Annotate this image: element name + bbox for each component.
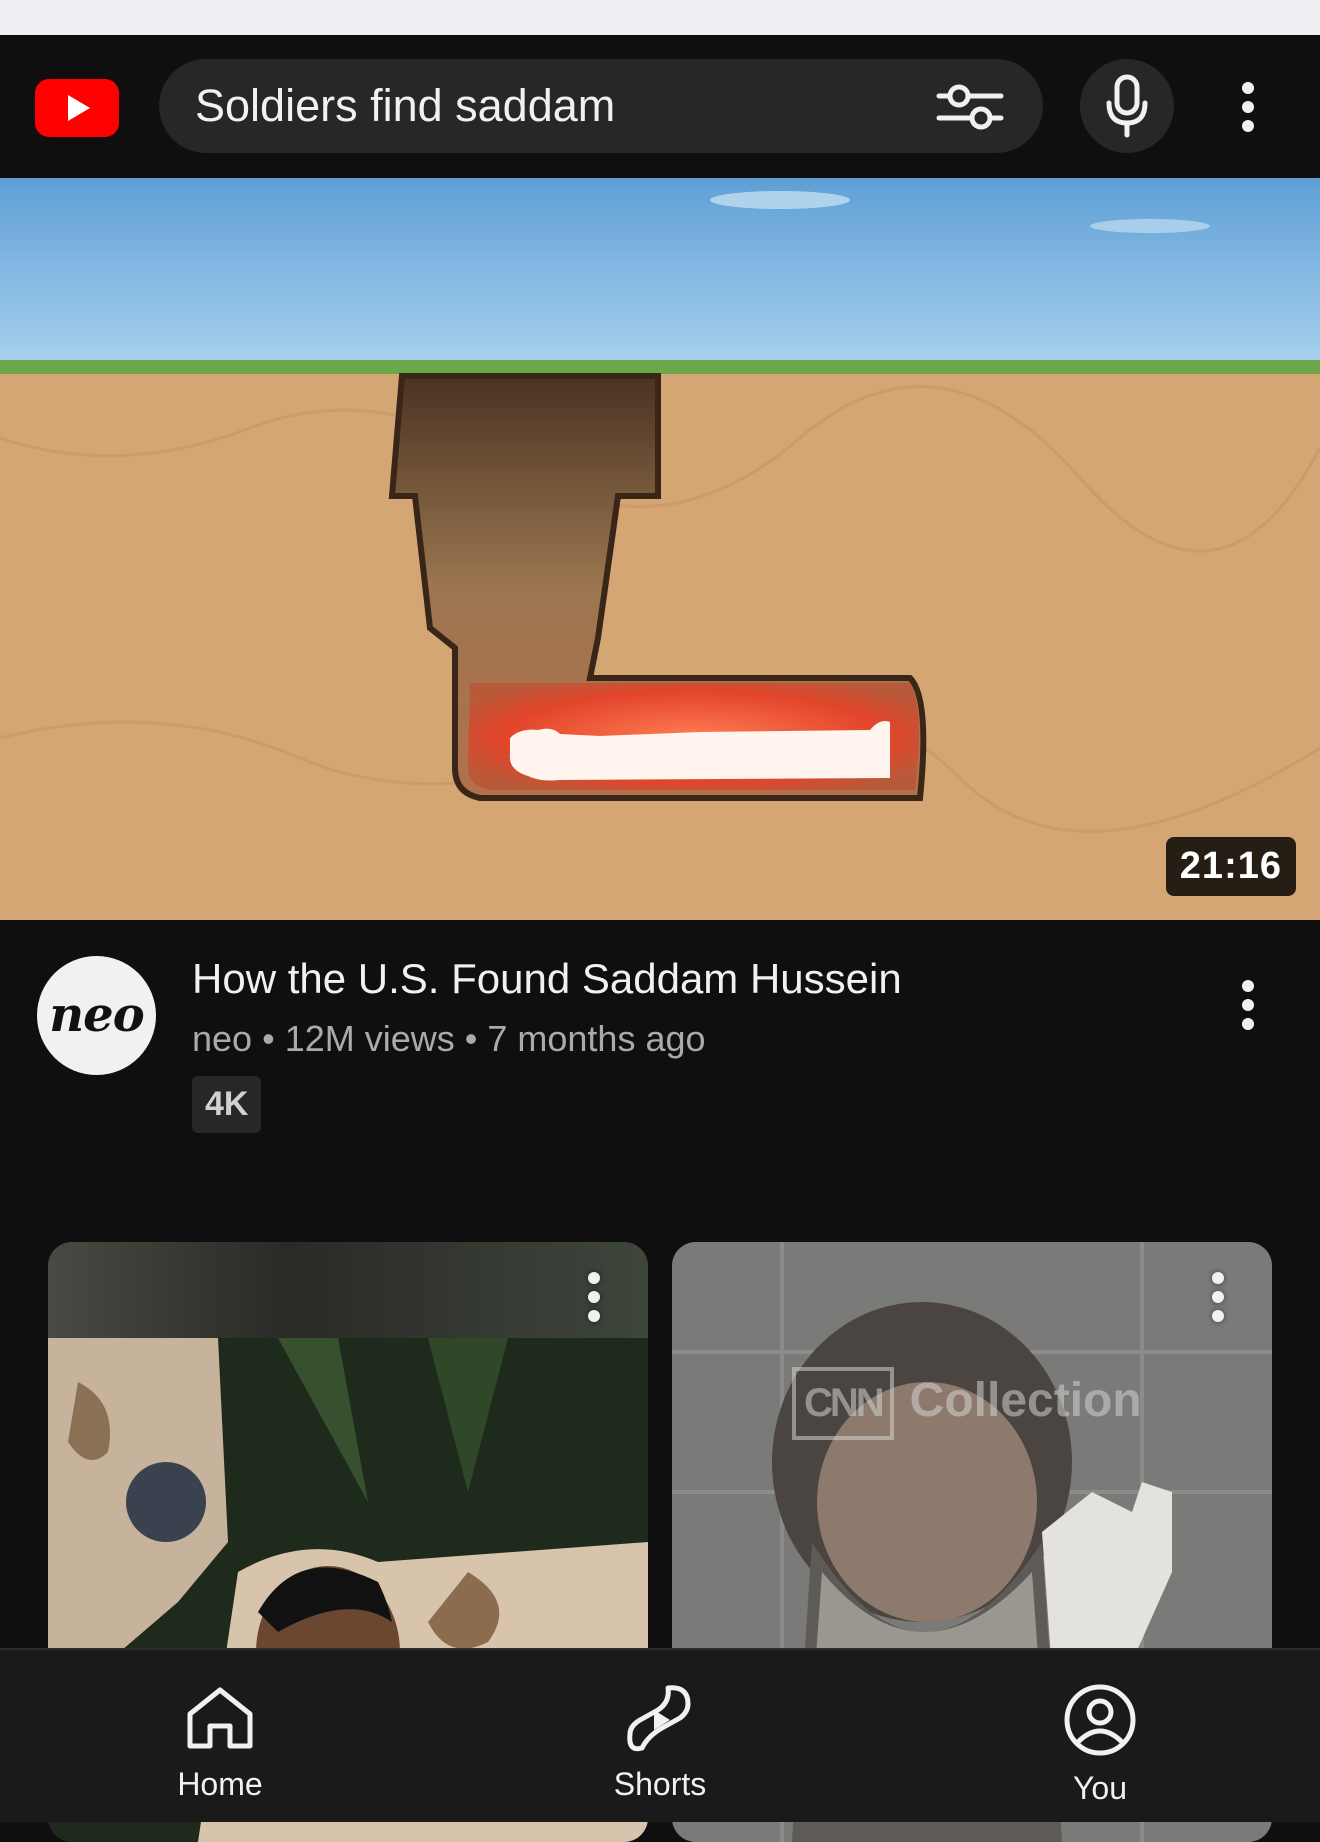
nav-item-home[interactable]: Home [70, 1650, 370, 1822]
thumbnail-illustration [0, 178, 1320, 920]
view-count: 12M views [284, 1018, 455, 1059]
nav-item-label: Home [177, 1766, 263, 1802]
nav-item-shorts[interactable]: Shorts [510, 1650, 810, 1822]
home-icon [187, 1687, 253, 1749]
nav-item-label: Shorts [613, 1766, 707, 1802]
microphone-icon [1106, 74, 1148, 138]
video-meta: neo • 12M views • 7 months ago [192, 1018, 706, 1060]
meta-separator: • [464, 1018, 478, 1059]
more-vertical-icon[interactable] [1242, 82, 1254, 132]
short-more-icon[interactable] [1212, 1272, 1224, 1322]
video-thumbnail[interactable]: 21:16 [0, 178, 1320, 920]
upload-age: 7 months ago [487, 1018, 706, 1059]
search-box[interactable]: Soldiers find saddam [159, 59, 1043, 153]
meta-separator: • [262, 1018, 275, 1059]
filter-sliders-icon[interactable] [935, 77, 1005, 135]
duration-badge: 21:16 [1165, 837, 1296, 896]
cnn-logo: CNN [792, 1367, 894, 1440]
top-app-bar: Soldiers find saddam [0, 35, 1320, 178]
nav-item-label: You [1073, 1770, 1127, 1806]
quality-badge: 4K [192, 1076, 262, 1133]
nav-item-you[interactable]: You [950, 1650, 1250, 1822]
short-more-icon[interactable] [588, 1272, 600, 1322]
cnn-collection-watermark: CNN Collection [792, 1367, 1142, 1440]
channel-avatar-logo: neo [49, 987, 144, 1043]
channel-avatar[interactable]: neo [37, 956, 156, 1075]
video-more-icon[interactable] [1242, 980, 1254, 1030]
shorts-icon [627, 1685, 691, 1752]
search-input[interactable]: Soldiers find saddam [195, 59, 615, 153]
status-strip [0, 0, 1320, 35]
youtube-logo-icon[interactable] [35, 79, 119, 137]
voice-search-button[interactable] [1080, 59, 1174, 153]
bottom-navigation: Home Shorts You [0, 1648, 1320, 1822]
account-circle-icon [1064, 1684, 1136, 1756]
channel-name[interactable]: neo [192, 1018, 252, 1059]
watermark-text: Collection [909, 1374, 1142, 1427]
video-title[interactable]: How the U.S. Found Saddam Hussein [192, 955, 902, 1003]
